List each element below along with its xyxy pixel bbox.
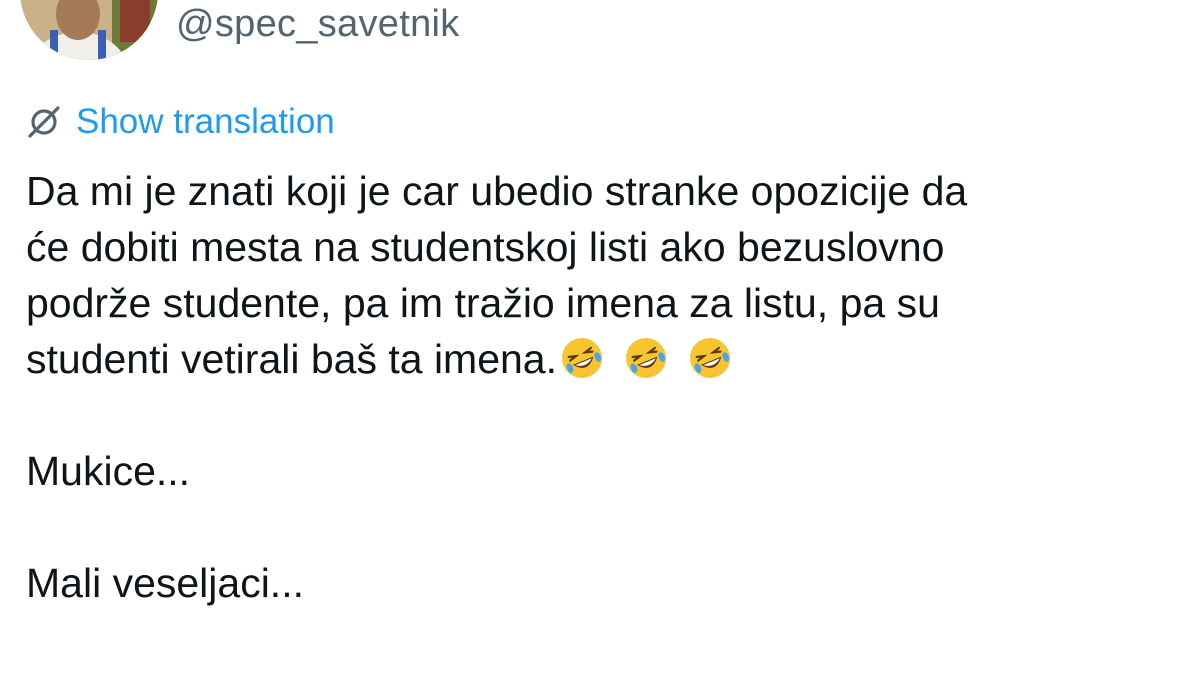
tweet-line: će dobiti mesta na studentskoj listi ako… (26, 224, 945, 270)
show-translation-label: Show translation (76, 102, 335, 141)
tweet-text: Da mi je znati koji je car ubedio strank… (26, 163, 1176, 611)
tweet-line: Mukice... (26, 448, 191, 494)
tweet-line: podrže studente, pa im tražio imena za l… (26, 280, 940, 326)
avatar-photo-icon (20, 0, 158, 60)
author-handle[interactable]: @spec_savetnik (176, 0, 460, 48)
emoji-group (559, 335, 751, 381)
tweet-line: studenti vetirali baš ta imena. (26, 336, 557, 382)
tweet-line: Da mi je znati koji je car ubedio strank… (26, 168, 968, 214)
paragraph-break (26, 499, 1176, 555)
tweet-line: Mali veseljaci... (26, 560, 304, 606)
rolling-on-floor-laughing-emoji-icon (687, 335, 733, 381)
rolling-on-floor-laughing-emoji-icon (559, 335, 605, 381)
paragraph-break (26, 387, 1176, 443)
tweet-line-with-emojis: studenti vetirali baš ta imena. (26, 331, 1176, 387)
show-translation-link[interactable]: Show translation (26, 102, 335, 142)
translate-icon (26, 104, 62, 140)
avatar[interactable] (20, 0, 158, 60)
rolling-on-floor-laughing-emoji-icon (623, 335, 669, 381)
